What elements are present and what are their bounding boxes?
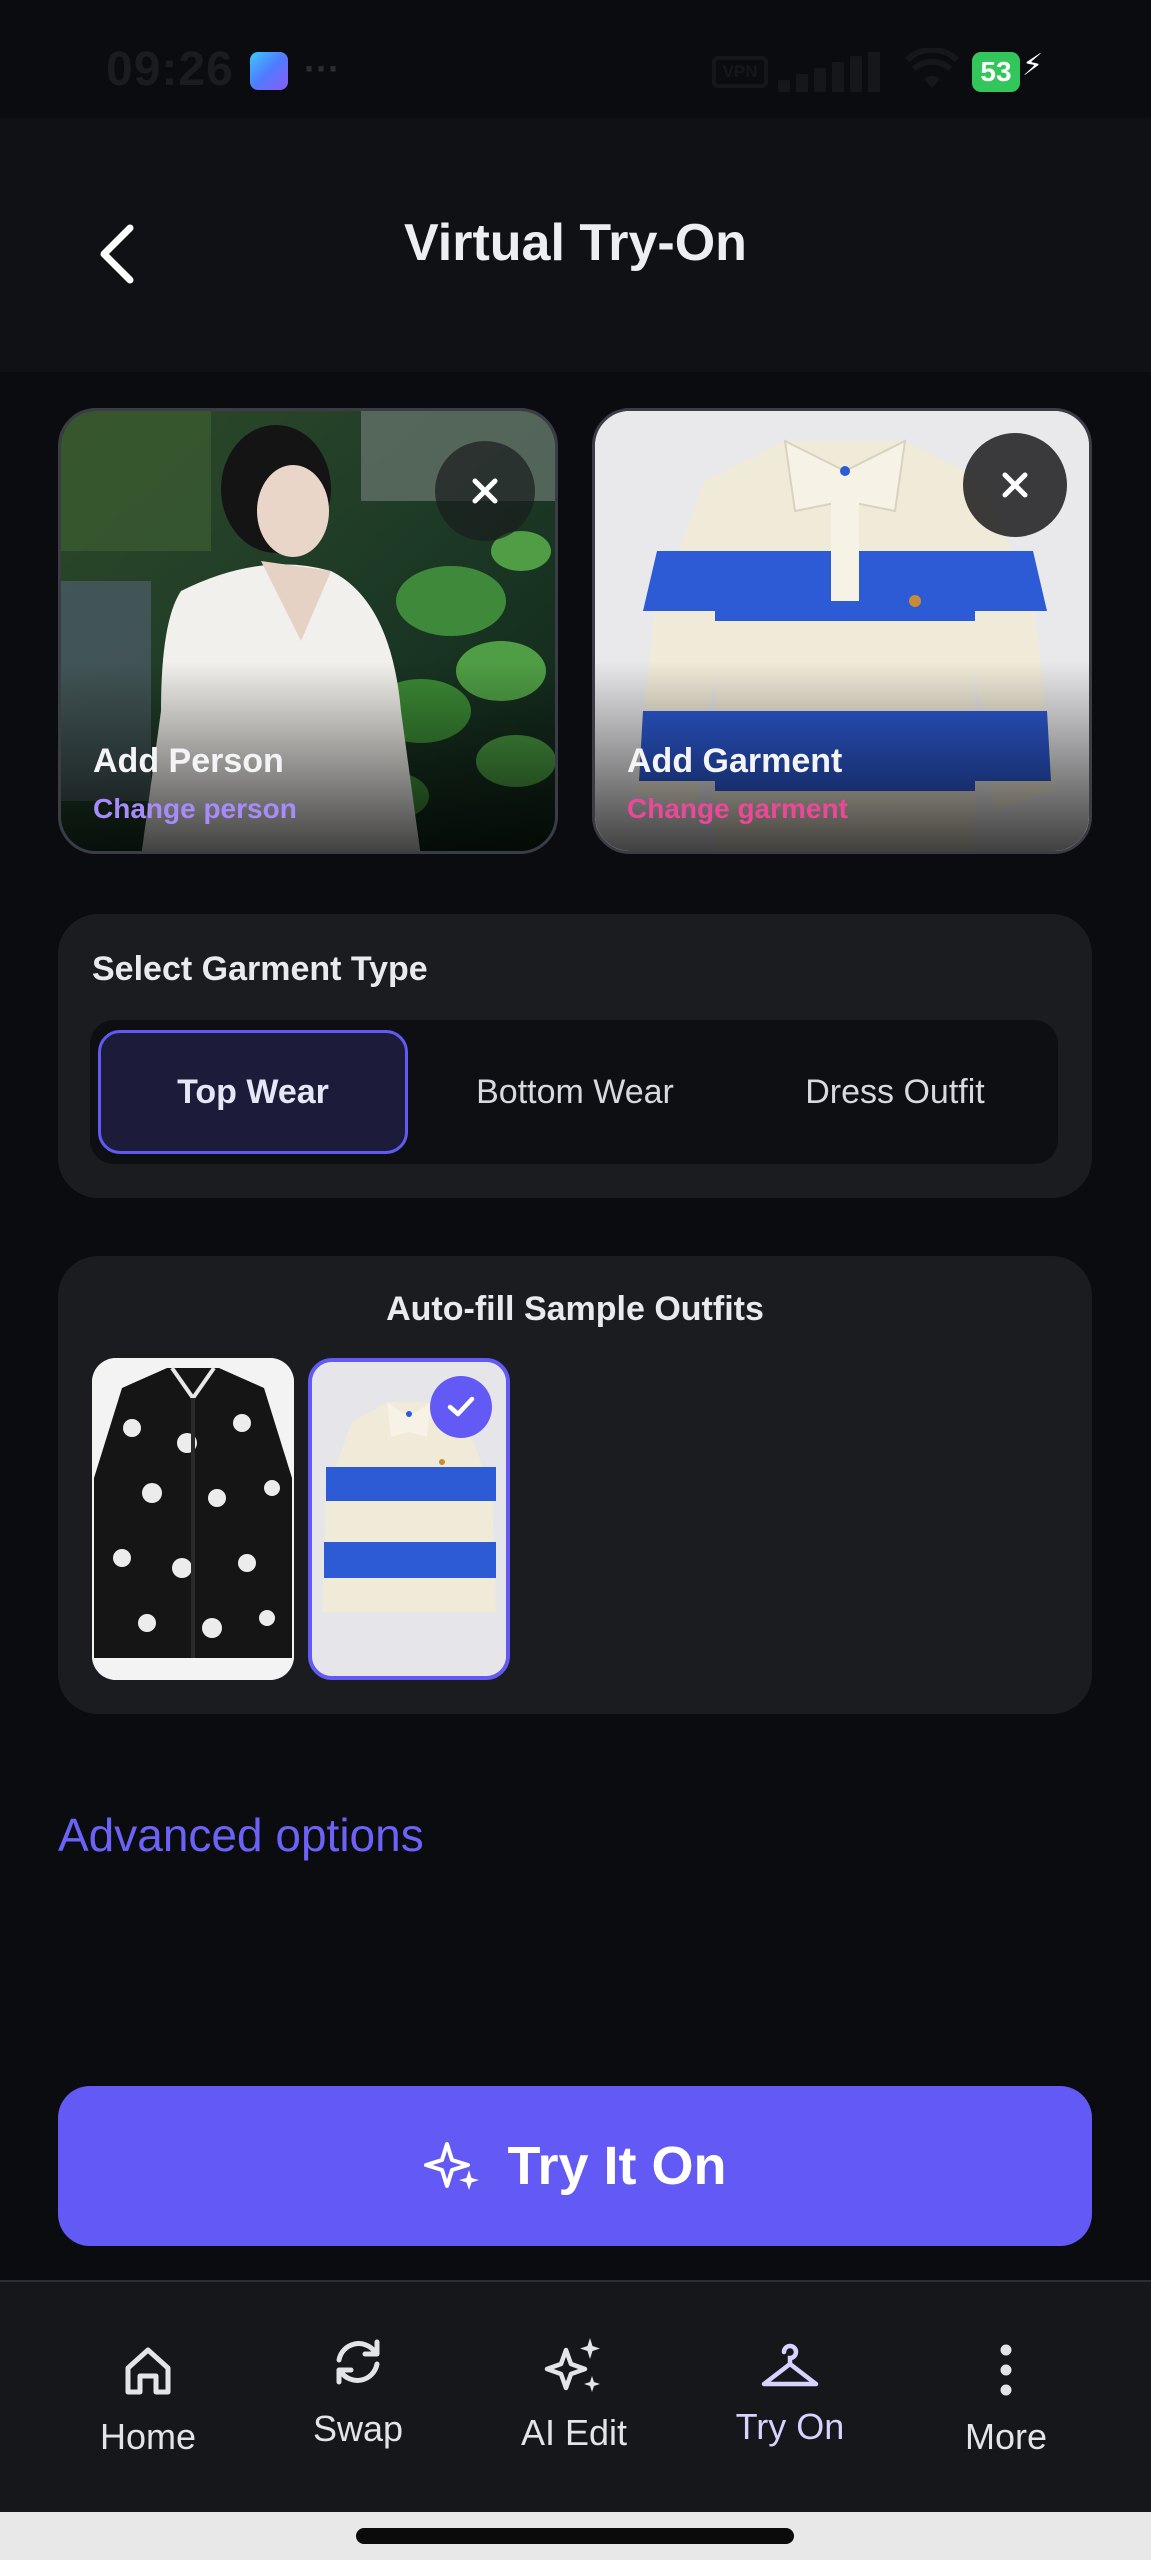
nav-home-label: Home — [99, 2416, 197, 2457]
sparkles-icon — [424, 2142, 480, 2190]
try-it-on-button[interactable]: Try It On — [58, 2086, 1092, 2246]
nav-more[interactable]: More — [906, 2338, 1106, 2488]
sparkles-icon — [542, 2334, 606, 2398]
nav-swap-label: Swap — [312, 2408, 404, 2449]
change-garment-link[interactable]: Change garment — [627, 793, 848, 825]
wifi-icon — [905, 48, 959, 88]
app-notification-icon — [250, 52, 288, 90]
sample-outfit-thumbnail-selected[interactable] — [308, 1358, 510, 1680]
nav-more-label: More — [964, 2416, 1048, 2457]
check-icon — [447, 1396, 475, 1417]
hanger-icon — [758, 2336, 822, 2400]
page-title: Virtual Try-On — [404, 214, 747, 272]
nav-swap[interactable]: Swap — [258, 2330, 458, 2480]
advanced-options-link[interactable]: Advanced options — [58, 1808, 424, 1862]
garment-type-selector: Top Wear Bottom Wear Dress Outfit — [90, 1020, 1058, 1164]
garment-type-panel: Select Garment Type Top Wear Bottom Wear… — [58, 914, 1092, 1198]
sample-outfits-panel: Auto-fill Sample Outfits — [58, 1256, 1092, 1714]
sample-outfits-heading: Auto-fill Sample Outfits — [386, 1290, 764, 1328]
garment-type-heading: Select Garment Type — [92, 950, 428, 988]
close-icon — [472, 478, 498, 504]
nav-ai-edit-label: AI Edit — [520, 2412, 628, 2453]
close-icon — [1002, 472, 1028, 498]
battery-icon: 53 — [972, 52, 1020, 92]
try-it-on-label: Try It On — [507, 2136, 727, 2196]
nav-ai-edit[interactable]: AI Edit — [474, 2334, 674, 2484]
add-garment-card[interactable]: Add Garment Change garment — [592, 408, 1092, 854]
signal-icon — [778, 52, 888, 92]
remove-garment-button[interactable] — [963, 433, 1067, 537]
palm-shirt-image — [92, 1358, 294, 1680]
option-dress-outfit[interactable]: Dress Outfit — [740, 1030, 1050, 1154]
add-person-label: Add Person — [93, 742, 284, 780]
change-person-link[interactable]: Change person — [93, 793, 297, 825]
selected-check-badge — [430, 1376, 492, 1438]
add-garment-label: Add Garment — [627, 742, 843, 780]
home-icon — [116, 2338, 180, 2402]
add-person-card[interactable]: Add Person Change person — [58, 408, 558, 854]
vpn-icon: VPN — [712, 56, 768, 88]
sample-outfit-thumbnail[interactable] — [92, 1358, 294, 1680]
status-time: 09:26 — [106, 43, 234, 96]
home-indicator-area — [0, 2512, 1151, 2560]
remove-person-button[interactable] — [435, 441, 535, 541]
status-bar: 09:26 ··· VPN 53 ⚡ — [0, 0, 1151, 118]
bottom-navigation: Home Swap AI Edit Try On More — [0, 2280, 1151, 2512]
nav-home[interactable]: Home — [48, 2338, 248, 2488]
nav-try-on[interactable]: Try On — [690, 2336, 890, 2486]
more-notifications-icon: ··· — [304, 48, 340, 89]
home-indicator[interactable] — [356, 2528, 794, 2544]
nav-try-on-label: Try On — [735, 2406, 845, 2447]
charging-icon: ⚡ — [1022, 49, 1044, 82]
app-header: Virtual Try-On — [0, 118, 1151, 372]
option-top-wear[interactable]: Top Wear — [98, 1030, 408, 1154]
swap-icon — [326, 2330, 390, 2394]
option-bottom-wear[interactable]: Bottom Wear — [420, 1030, 730, 1154]
more-vertical-icon — [974, 2338, 1038, 2402]
